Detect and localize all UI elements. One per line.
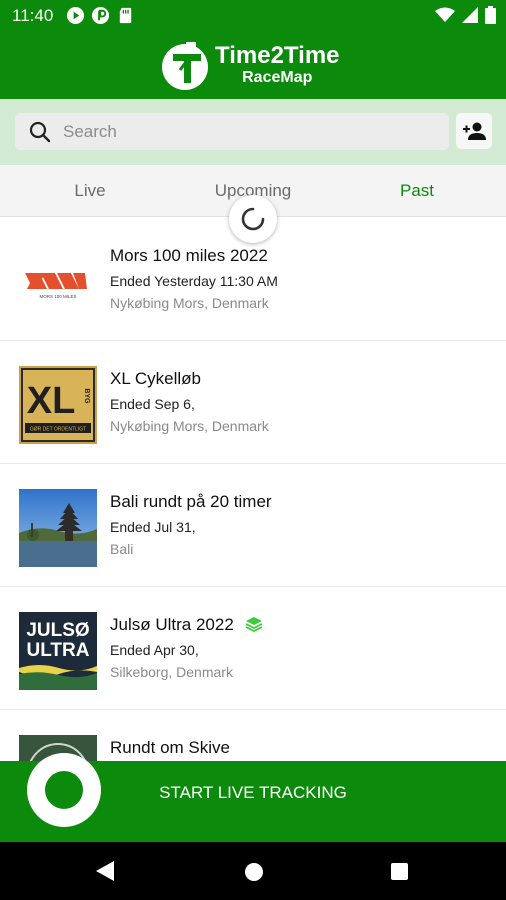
add-person-icon bbox=[463, 122, 486, 140]
search-box[interactable] bbox=[15, 113, 449, 150]
record-button[interactable] bbox=[27, 753, 101, 827]
home-icon[interactable] bbox=[245, 863, 263, 881]
event-name-text: Julsø Ultra 2022 bbox=[110, 615, 234, 634]
signal-icon bbox=[462, 7, 478, 23]
event-date: Ended Apr 30, bbox=[110, 642, 199, 658]
event-logo-xl: XL BYG GØR DET ORDENTLIGT bbox=[19, 366, 97, 444]
system-navigation-bar bbox=[0, 842, 506, 900]
event-location: Nykøbing Mors, Denmark bbox=[110, 295, 269, 311]
back-icon[interactable] bbox=[96, 861, 114, 881]
julso-logo-line2: ULTRA bbox=[27, 640, 90, 661]
event-name: Rundt om Skive bbox=[110, 738, 230, 757]
search-input[interactable] bbox=[63, 113, 433, 150]
event-date: Ended Yesterday 11:30 AM bbox=[110, 273, 278, 289]
time2time-logo-icon bbox=[162, 42, 208, 90]
search-icon bbox=[29, 121, 51, 143]
julso-ultra-logo-image: JULSØ ULTRA bbox=[19, 612, 97, 690]
loading-spinner bbox=[229, 195, 277, 243]
spinner-icon bbox=[241, 207, 265, 231]
app-bar: Time2Time RaceMap bbox=[0, 32, 506, 99]
event-location: Silkeborg, Denmark bbox=[110, 664, 233, 680]
app-logo: Time2Time RaceMap bbox=[160, 40, 340, 90]
logo-title: Time2Time bbox=[215, 42, 340, 69]
event-list: MORS 100 MILES Mors 100 miles 2022 Ended… bbox=[0, 218, 506, 833]
play-icon bbox=[66, 6, 85, 25]
event-logo-julso: JULSØ ULTRA bbox=[19, 612, 97, 690]
mors-logo-caption: MORS 100 MILES bbox=[39, 294, 76, 299]
event-location: Nykøbing Mors, Denmark bbox=[110, 418, 269, 434]
julso-logo-line1: JULSØ bbox=[26, 620, 89, 641]
event-list-item[interactable]: JULSØ ULTRA Julsø Ultra 2022 Ended Apr 3… bbox=[0, 587, 506, 710]
status-bar: 11:40 bbox=[0, 0, 506, 32]
sd-card-icon bbox=[119, 7, 132, 24]
event-location: Bali bbox=[110, 541, 134, 557]
search-bar-container bbox=[0, 99, 506, 165]
notification-icons bbox=[66, 6, 135, 25]
recent-apps-icon[interactable] bbox=[391, 863, 408, 880]
event-name: Mors 100 miles 2022 bbox=[110, 246, 268, 265]
event-list-item[interactable]: Bali rundt på 20 timer Ended Jul 31, Bal… bbox=[0, 464, 506, 587]
event-photo-bali bbox=[19, 489, 97, 567]
event-name: Bali rundt på 20 timer bbox=[110, 492, 272, 511]
mors-logo-image: MORS 100 MILES bbox=[19, 243, 97, 321]
xl-byg-logo-image: XL BYG GØR DET ORDENTLIGT bbox=[19, 366, 97, 444]
event-name: Julsø Ultra 2022 bbox=[110, 615, 263, 635]
live-tracking-bar: START LIVE TRACKING bbox=[0, 753, 506, 842]
event-date: Ended Jul 31, bbox=[110, 519, 196, 535]
event-list-item[interactable]: XL BYG GØR DET ORDENTLIGT XL Cykelløb En… bbox=[0, 341, 506, 464]
add-user-button[interactable] bbox=[456, 113, 492, 149]
logo-subtitle: RaceMap bbox=[242, 69, 313, 86]
layers-icon bbox=[245, 617, 262, 632]
event-logo-mors: MORS 100 MILES bbox=[19, 243, 97, 321]
tab-past[interactable]: Past bbox=[333, 165, 501, 217]
wifi-icon bbox=[435, 7, 455, 22]
parking-icon bbox=[91, 6, 110, 25]
xl-logo-text: XL bbox=[27, 380, 76, 422]
event-date: Ended Sep 6, bbox=[110, 396, 195, 412]
record-icon bbox=[45, 771, 83, 809]
status-time: 11:40 bbox=[12, 6, 54, 25]
event-name: XL Cykelløb bbox=[110, 369, 202, 388]
system-icons bbox=[435, 6, 496, 24]
tab-live[interactable]: Live bbox=[6, 165, 174, 217]
xl-logo-caption: GØR DET ORDENTLIGT bbox=[30, 427, 86, 433]
bali-temple-photo bbox=[19, 489, 97, 567]
xl-logo-side: BYG bbox=[83, 388, 90, 404]
battery-icon bbox=[485, 6, 496, 24]
